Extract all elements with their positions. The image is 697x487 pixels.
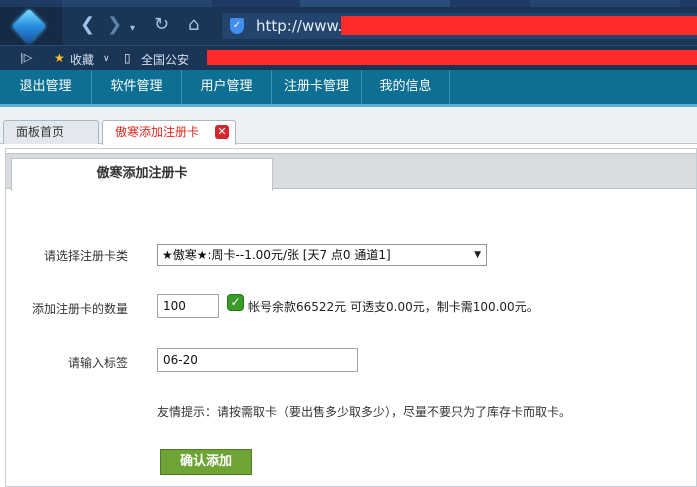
tab-add-card[interactable]: 傲寒添加注册卡 ✕ bbox=[102, 120, 236, 145]
content-panel: 傲寒添加注册卡 请选择注册卡类 ★傲寒★:周卡--1.00元/张 [天7 点0 … bbox=[5, 148, 697, 487]
quantity-label: 添加注册卡的数量 bbox=[31, 302, 128, 316]
chevron-down-icon[interactable]: ∨ bbox=[103, 54, 110, 64]
site-nav: 退出管理 软件管理 用户管理 注册卡管理 我的信息 bbox=[0, 70, 697, 107]
redaction-bar bbox=[207, 50, 697, 65]
panel-header: 傲寒添加注册卡 bbox=[6, 153, 696, 191]
shield-check-icon: ✓ bbox=[230, 18, 244, 34]
browser-titlebar bbox=[0, 0, 697, 7]
tag-input[interactable]: 06-20 bbox=[157, 348, 358, 372]
nav-item-cards[interactable]: 注册卡管理 bbox=[272, 70, 362, 104]
card-type-select[interactable]: ★傲寒★:周卡--1.00元/张 [天7 点0 通道1] ▼ bbox=[157, 244, 487, 266]
hint-text: 友情提示：请按需取卡（要出售多少取多少），尽量不要只为了库存卡而取卡。 bbox=[157, 405, 572, 419]
check-icon: ✓ bbox=[227, 294, 244, 311]
refresh-icon[interactable]: ↻ bbox=[154, 15, 169, 35]
browser-tab[interactable] bbox=[530, 0, 680, 7]
tag-label: 请输入标签 bbox=[67, 356, 128, 370]
card-type-value: ★傲寒★:周卡--1.00元/张 [天7 点0 通道1] bbox=[162, 248, 391, 262]
browser-tab[interactable] bbox=[62, 0, 212, 7]
back-icon[interactable]: ❮ bbox=[80, 15, 95, 35]
address-bar[interactable]: ✓ http://www. bbox=[222, 13, 697, 39]
home-icon[interactable]: ⌂ bbox=[188, 15, 199, 35]
forward-icon[interactable]: ❯ bbox=[107, 15, 122, 35]
tab-label: 傲寒添加注册卡 bbox=[115, 125, 200, 139]
nav-item-my-info[interactable]: 我的信息 bbox=[362, 70, 450, 104]
document-icon: ▯ bbox=[124, 51, 131, 65]
cube-icon bbox=[11, 8, 47, 44]
close-icon[interactable]: ✕ bbox=[215, 125, 229, 139]
favorites-label[interactable]: 收藏 bbox=[70, 51, 94, 68]
browser-logo bbox=[0, 7, 62, 45]
browser-toolbar: ❮ ❯ ▾ ↻ ⌂ ✓ http://www. |▷ ★ 收藏 ∨ ▯ 全国公安 bbox=[0, 7, 697, 70]
sidebar-toggle-icon[interactable]: |▷ bbox=[20, 51, 32, 64]
dropdown-arrow-icon: ▼ bbox=[474, 250, 481, 260]
balance-text: 帐号余款66522元 可透支0.00元，制卡需100.00元。 bbox=[248, 300, 539, 314]
tab-strip: 面板首页 傲寒添加注册卡 ✕ bbox=[0, 107, 697, 145]
browser-tab[interactable] bbox=[300, 0, 450, 7]
submit-button[interactable]: 确认添加 bbox=[160, 449, 252, 475]
card-type-label: 请选择注册卡类 bbox=[43, 249, 128, 263]
bookmark-item[interactable]: 全国公安 bbox=[141, 51, 189, 68]
url-text: http://www. bbox=[256, 17, 343, 35]
tab-home[interactable]: 面板首页 bbox=[3, 120, 99, 144]
bookmarks-bar: |▷ ★ 收藏 ∨ ▯ 全国公安 bbox=[0, 45, 697, 70]
nav-item-users[interactable]: 用户管理 bbox=[182, 70, 272, 104]
nav-item-software[interactable]: 软件管理 bbox=[92, 70, 182, 104]
chevron-down-icon[interactable]: ▾ bbox=[130, 19, 135, 39]
star-icon: ★ bbox=[54, 51, 65, 65]
quantity-input[interactable]: 100 bbox=[157, 294, 219, 318]
nav-item-logout[interactable]: 退出管理 bbox=[0, 70, 92, 104]
panel-title: 傲寒添加注册卡 bbox=[11, 158, 273, 191]
redaction-bar bbox=[341, 16, 697, 35]
